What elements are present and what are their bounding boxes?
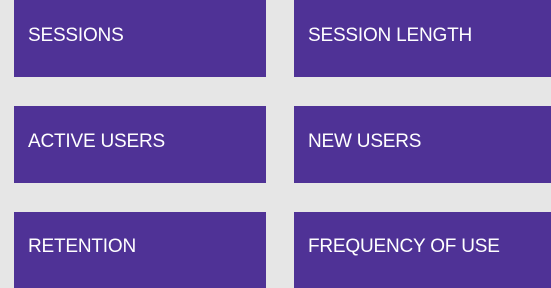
sessions-tile[interactable]: SESSIONS — [14, 0, 266, 77]
new-users-label: NEW USERS — [308, 130, 422, 152]
active-users-tile[interactable]: ACTIVE USERS — [14, 106, 266, 183]
sessions-label: SESSIONS — [28, 24, 124, 46]
new-users-tile[interactable]: NEW USERS — [294, 106, 551, 183]
frequency-of-use-tile[interactable]: FREQUENCY OF USE — [294, 212, 551, 288]
frequency-of-use-label: FREQUENCY OF USE — [308, 236, 500, 257]
session-length-tile[interactable]: SESSION LENGTH — [294, 0, 551, 77]
retention-tile[interactable]: RETENTION — [14, 212, 266, 288]
retention-label: RETENTION — [28, 236, 136, 257]
active-users-label: ACTIVE USERS — [28, 130, 165, 152]
session-length-label: SESSION LENGTH — [308, 24, 473, 46]
